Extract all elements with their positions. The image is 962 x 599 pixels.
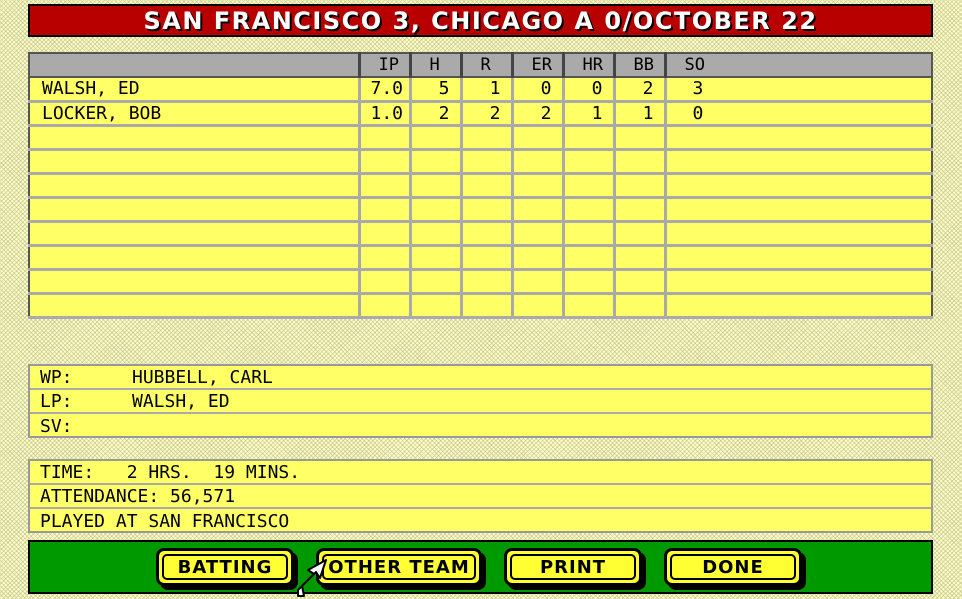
column-header-r: R xyxy=(461,53,514,78)
stat-so: 0 xyxy=(665,101,932,127)
batting-button[interactable]: BATTING xyxy=(156,548,294,586)
title-bar: SAN FRANCISCO 3, CHICAGO A 0/OCTOBER 22 xyxy=(28,4,933,37)
print-button-label: PRINT xyxy=(539,556,607,578)
print-button[interactable]: PRINT xyxy=(504,548,642,586)
game-attendance: ATTENDANCE: 56,571 xyxy=(30,485,931,509)
table-row-empty xyxy=(29,125,932,151)
wp-label: WP: xyxy=(40,366,73,388)
table-row-empty xyxy=(29,197,932,223)
column-header-ip: IP xyxy=(359,53,412,78)
other-team-button-label: OTHER TEAM xyxy=(328,556,470,578)
column-header-er: ER xyxy=(512,53,565,78)
stat-bb: 1 xyxy=(614,101,667,127)
lp-value: WALSH, ED xyxy=(132,390,230,412)
pitching-stats-table: IP H R ER HR BB SO WALSH, ED 7.0 5 1 0 0… xyxy=(28,52,933,319)
game-location: PLAYED AT SAN FRANCISCO xyxy=(40,510,290,532)
stat-ip: 1.0 xyxy=(359,101,412,127)
column-header-name xyxy=(29,53,361,78)
stat-h: 5 xyxy=(410,77,463,103)
table-row-empty xyxy=(29,149,932,175)
pitcher-name: LOCKER, BOB xyxy=(29,101,361,127)
other-team-button[interactable]: OTHER TEAM xyxy=(316,548,482,586)
table-row-empty xyxy=(29,269,932,295)
game-time: TIME: 2 HRS. 19 MINS. xyxy=(30,461,931,485)
column-header-bb: BB xyxy=(614,53,667,78)
stat-hr: 0 xyxy=(563,77,616,103)
stat-r: 2 xyxy=(461,101,514,127)
losing-pitcher-row: LP: WALSH, ED xyxy=(30,390,931,414)
stat-h: 2 xyxy=(410,101,463,127)
column-header-hr: HR xyxy=(563,53,616,78)
lp-label: LP: xyxy=(40,390,73,412)
pitcher-name: WALSH, ED xyxy=(29,77,361,103)
stat-er: 0 xyxy=(512,77,565,103)
stat-r: 1 xyxy=(461,77,514,103)
table-row-empty xyxy=(29,173,932,199)
table-row[interactable]: WALSH, ED 7.0 5 1 0 0 2 3 xyxy=(29,77,932,103)
decisions-panel: WP: HUBBELL, CARL LP: WALSH, ED SV: xyxy=(28,364,933,438)
column-header-so: SO xyxy=(665,53,932,78)
stat-so: 3 xyxy=(665,77,932,103)
table-header-row: IP H R ER HR BB SO xyxy=(29,53,932,78)
table-row[interactable]: LOCKER, BOB 1.0 2 2 2 1 1 0 xyxy=(29,101,932,127)
table-row-empty xyxy=(29,245,932,271)
save-row: SV: xyxy=(30,414,931,438)
arrow-cursor-icon xyxy=(297,559,327,597)
game-info-panel: TIME: 2 HRS. 19 MINS. ATTENDANCE: 56,571… xyxy=(28,459,933,533)
stat-hr: 1 xyxy=(563,101,616,127)
done-button-label: DONE xyxy=(702,556,764,578)
batting-button-label: BATTING xyxy=(177,556,273,578)
sv-label: SV: xyxy=(40,415,73,437)
done-button[interactable]: DONE xyxy=(664,548,802,586)
stat-er: 2 xyxy=(512,101,565,127)
winning-pitcher-row: WP: HUBBELL, CARL xyxy=(30,366,931,390)
table-row-empty xyxy=(29,293,932,319)
column-header-h: H xyxy=(410,53,463,78)
button-bar: BATTING OTHER TEAM PRINT DONE xyxy=(28,540,933,594)
page-title: SAN FRANCISCO 3, CHICAGO A 0/OCTOBER 22 xyxy=(143,6,818,35)
stat-ip: 7.0 xyxy=(359,77,412,103)
wp-value: HUBBELL, CARL xyxy=(132,366,273,388)
stat-bb: 2 xyxy=(614,77,667,103)
table-row-empty xyxy=(29,221,932,247)
